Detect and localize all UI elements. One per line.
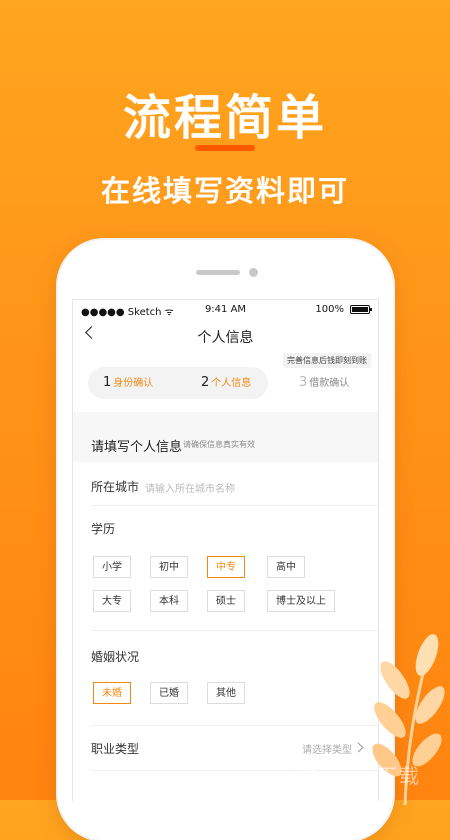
divider bbox=[91, 630, 378, 631]
education-label: 学历 bbox=[91, 522, 116, 536]
occupation-select[interactable]: 请选择类型 bbox=[302, 741, 352, 756]
phone-speaker bbox=[196, 270, 240, 275]
divider bbox=[91, 505, 378, 506]
chevron-right-icon[interactable] bbox=[353, 742, 364, 753]
marital-label: 婚姻状况 bbox=[91, 650, 140, 664]
step-identity: 1 身份确认 bbox=[103, 375, 154, 390]
battery-icon bbox=[350, 305, 372, 314]
form-header-subtitle: 请确保信息真实有效 bbox=[183, 440, 255, 449]
promo-title: 流程简单 bbox=[122, 90, 327, 146]
marital-option-single[interactable]: 未婚 bbox=[93, 682, 131, 704]
form-header-title: 请填写个人信息 bbox=[91, 440, 183, 455]
nav-bar: 个人信息 bbox=[73, 322, 378, 352]
watermark-logo-icon: 听 bbox=[295, 758, 325, 788]
education-option-master[interactable]: 硕士 bbox=[207, 590, 245, 612]
step-loan-confirm: 3 借款确认 bbox=[299, 375, 350, 390]
education-option-primary[interactable]: 小学 bbox=[93, 556, 131, 578]
education-option-vocational[interactable]: 中专 bbox=[207, 556, 245, 578]
education-option-college[interactable]: 大专 bbox=[93, 590, 131, 612]
education-option-doctorate[interactable]: 博士及以上 bbox=[267, 590, 335, 612]
education-option-junior[interactable]: 初中 bbox=[150, 556, 188, 578]
divider bbox=[91, 725, 378, 726]
battery-percent: 100% bbox=[315, 304, 344, 315]
section-separator bbox=[73, 412, 378, 424]
education-option-senior[interactable]: 高中 bbox=[267, 556, 305, 578]
watermark-text: 一听下载 bbox=[333, 764, 421, 788]
marital-option-married[interactable]: 已婚 bbox=[150, 682, 188, 704]
city-input[interactable]: 请输入所在城市名称 bbox=[145, 480, 235, 495]
education-option-bachelor[interactable]: 本科 bbox=[150, 590, 188, 612]
form-header: 请填写个人信息 请确保信息真实有效 bbox=[73, 424, 378, 462]
occupation-label: 职业类型 bbox=[91, 742, 140, 756]
phone-camera bbox=[249, 268, 258, 277]
city-label: 所在城市 bbox=[91, 480, 140, 494]
title-underline bbox=[195, 145, 255, 151]
promo-subtitle: 在线填写资料即可 bbox=[100, 174, 349, 208]
watermark: 听 一听下载 bbox=[295, 758, 445, 790]
phone-screen: ●●●●● Sketch ᯤ 9:41 AM 100% 个人信息 完善信息后钱即… bbox=[72, 299, 379, 801]
step-personal-info: 2 个人信息 bbox=[201, 375, 252, 390]
status-bar: ●●●●● Sketch ᯤ 9:41 AM 100% bbox=[73, 300, 378, 320]
marital-option-other[interactable]: 其他 bbox=[207, 682, 245, 704]
page-title: 个人信息 bbox=[197, 330, 254, 346]
steps-hint-badge: 完善信息后钱即刻到账 bbox=[283, 353, 371, 368]
